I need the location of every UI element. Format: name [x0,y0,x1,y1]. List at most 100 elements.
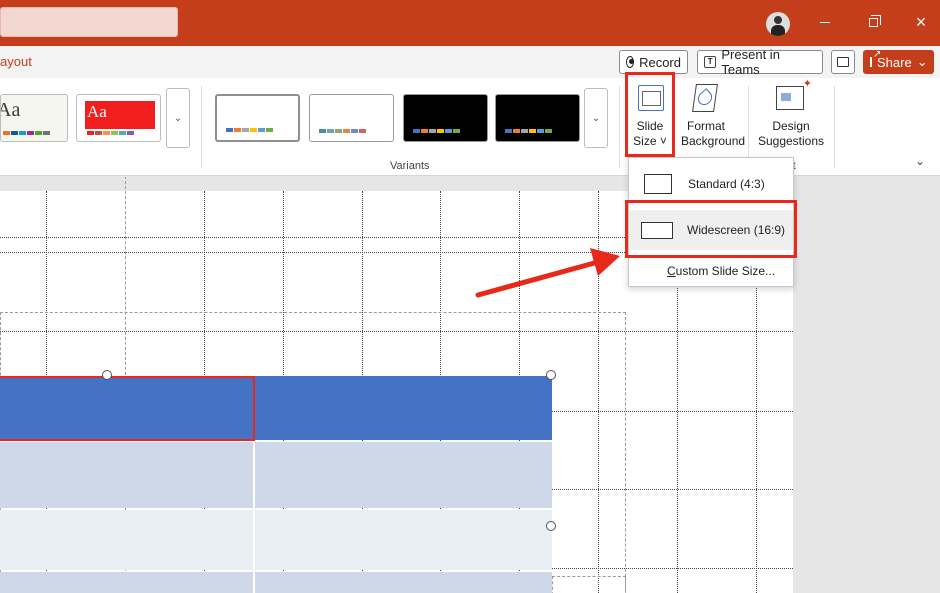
color-swatch [529,129,536,133]
slide-size-label-line2: Size ˅ [633,134,667,148]
restore-icon [868,14,881,27]
comments-button[interactable] [831,50,855,74]
record-label: Record [639,54,681,70]
color-swatch [521,129,528,133]
custom-label-rest: ustom Slide Size... [675,264,776,278]
format-background-button[interactable]: Format Background [681,78,746,158]
color-swatch [537,129,544,133]
color-swatch [445,129,452,133]
theme-swatches [87,131,134,135]
close-button[interactable]: × [908,10,934,34]
design-suggestions-label-line2: Suggestions [757,134,825,148]
teams-icon: T [704,56,717,68]
color-swatch [87,131,94,135]
color-swatch [119,131,126,135]
table-row[interactable] [0,510,552,570]
group-separator [201,86,202,168]
table-row[interactable] [0,572,552,593]
menu-item-widescreen[interactable]: Widescreen (16:9) [629,210,793,250]
variant-swatches [413,129,460,133]
variant-thumbnail[interactable] [495,94,580,142]
color-swatch [103,131,110,135]
color-swatch [505,129,512,133]
ribbon: Aa Aa ⌄ ⌄ Variants Slide Size ˅ Format B… [0,77,940,176]
slide-size-label-line1: Slide [636,119,664,133]
theme-thumbnail[interactable]: Aa [76,94,161,142]
variant-thumbnail[interactable] [403,94,488,142]
menu-item-custom-slide-size[interactable]: Custom Slide Size... [667,264,775,278]
theme-preview-text: Aa [87,102,107,121]
menu-item-label: Standard (4:3) [688,177,765,191]
theme-thumbnail[interactable]: Aa [0,94,68,142]
avatar[interactable] [766,12,790,36]
present-in-teams-label: Present in Teams [721,47,780,77]
color-swatch [421,129,428,133]
chevron-down-icon: ⌄ [591,112,601,124]
cell-divider [253,442,255,508]
tab-layout[interactable]: ayout [0,54,32,69]
theme-preview-text: Aa [1,99,21,121]
share-icon [870,49,881,67]
title-bar: × [0,0,940,46]
color-swatch [429,129,436,133]
color-swatch [27,131,34,135]
color-swatch [266,128,273,132]
search-input[interactable] [0,7,178,37]
record-icon [626,56,635,68]
color-swatch [513,129,520,133]
color-swatch [327,129,334,133]
color-swatch [226,128,233,132]
color-swatch [359,129,366,133]
theme-swatches [3,131,50,135]
variants-group-label: Variants [390,160,430,172]
variant-swatches [226,128,273,132]
group-separator [619,86,620,168]
minimize-button[interactable] [812,10,838,34]
resize-handle[interactable] [102,370,112,380]
resize-handle[interactable] [546,521,556,531]
menu-item-standard[interactable]: Standard (4:3) [629,164,793,204]
slide-workspace [0,177,940,593]
color-swatch [351,129,358,133]
color-swatch [3,131,10,135]
collapse-ribbon-icon[interactable]: ⌄ [915,154,925,168]
color-swatch [258,128,265,132]
selected-cell-outline [0,376,255,441]
color-swatch [545,129,552,133]
variant-thumbnail[interactable] [215,94,300,142]
slide-size-button[interactable]: Slide Size ˅ [627,73,673,155]
color-swatch [127,131,134,135]
color-swatch [242,128,249,132]
variants-more-button[interactable]: ⌄ [584,88,608,148]
resize-handle[interactable] [546,370,556,380]
color-swatch [453,129,460,133]
design-suggestions-icon [776,77,812,110]
comment-icon [837,57,849,67]
color-swatch [437,129,444,133]
format-background-label-line2: Background [681,134,746,148]
design-suggestions-button[interactable]: Design Suggestions [756,77,826,158]
themes-more-button[interactable]: ⌄ [166,88,190,148]
share-button[interactable]: Share ⌄ [863,49,934,74]
color-swatch [234,128,241,132]
tab-row: ayout Record T Present in Teams Share ⌄ [0,46,940,78]
color-swatch [11,131,18,135]
table-row[interactable] [0,442,552,508]
present-in-teams-button[interactable]: T Present in Teams [697,47,823,77]
format-background-icon [692,84,718,112]
chevron-down-icon: ⌄ [916,54,928,69]
avatar-body [771,25,785,36]
cell-divider [253,572,255,593]
record-button[interactable]: Record [619,50,688,74]
group-separator [834,86,835,168]
color-swatch [35,131,42,135]
format-background-label-line1: Format [686,119,725,133]
avatar-head [774,16,782,24]
color-swatch [43,131,50,135]
color-swatch [19,131,26,135]
placeholder-outline [552,576,626,593]
restore-button[interactable] [860,10,886,34]
share-label: Share [877,54,912,70]
variant-swatches [319,129,366,133]
variant-thumbnail[interactable] [309,94,394,142]
